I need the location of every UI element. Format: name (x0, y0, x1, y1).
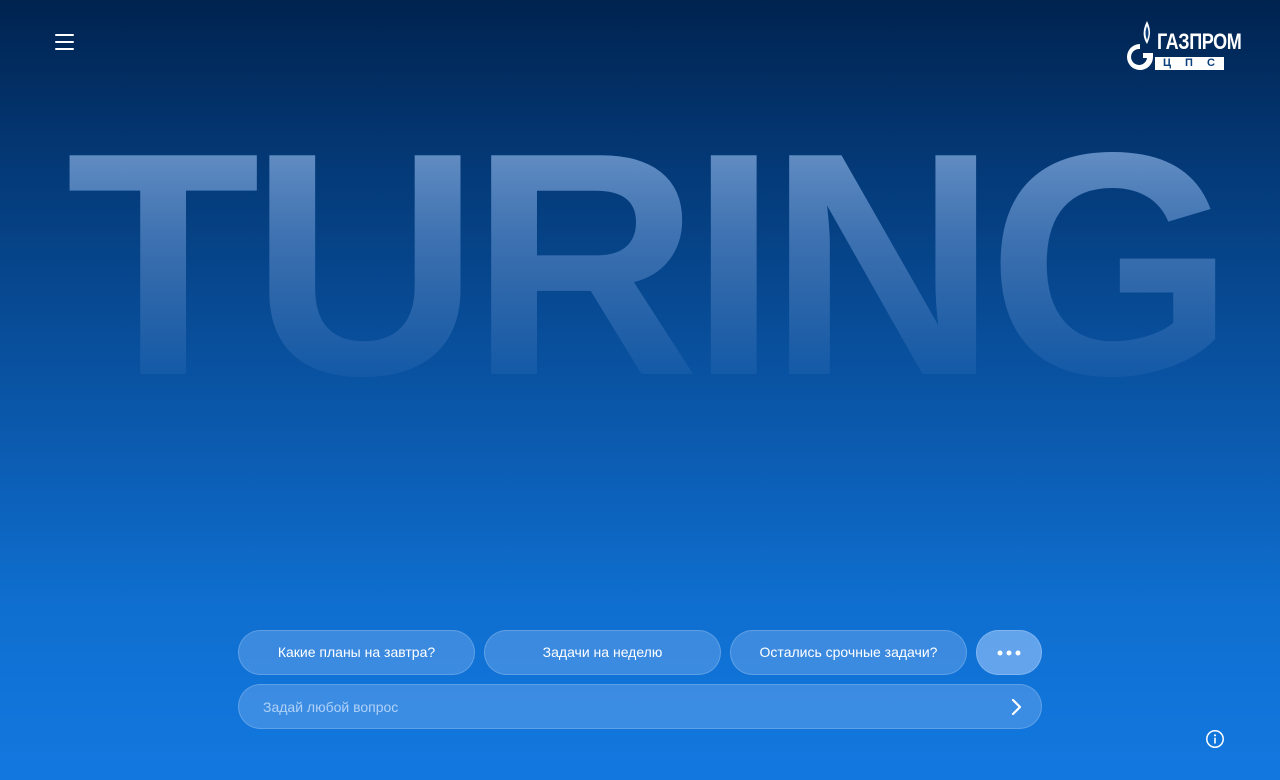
more-dots-icon (997, 650, 1021, 655)
more-suggestions-button[interactable] (976, 630, 1042, 675)
hero-title: TURING (66, 120, 1226, 410)
chevron-right-icon[interactable] (1005, 696, 1027, 718)
query-bar (238, 684, 1042, 729)
flame-logo-icon (1127, 21, 1153, 70)
hamburger-menu-icon-bar (55, 41, 74, 43)
gazprom-logo[interactable]: ГАЗПРОМ ЦПС (1124, 20, 1242, 72)
suggestion-chip-urgent-tasks[interactable]: Остались срочные задачи? (730, 630, 967, 675)
query-input[interactable] (263, 685, 983, 728)
suggestion-chip-week-tasks[interactable]: Задачи на неделю (484, 630, 721, 675)
info-icon[interactable] (1205, 729, 1225, 749)
menu-button[interactable] (51, 28, 79, 56)
logo-subtitle: ЦПС (1155, 57, 1224, 70)
suggestion-chip-plans[interactable]: Какие планы на завтра? (238, 630, 475, 675)
hamburger-menu-icon (55, 34, 74, 36)
logo-name: ГАЗПРОМ (1157, 29, 1242, 54)
hamburger-menu-icon-bar (55, 48, 74, 50)
